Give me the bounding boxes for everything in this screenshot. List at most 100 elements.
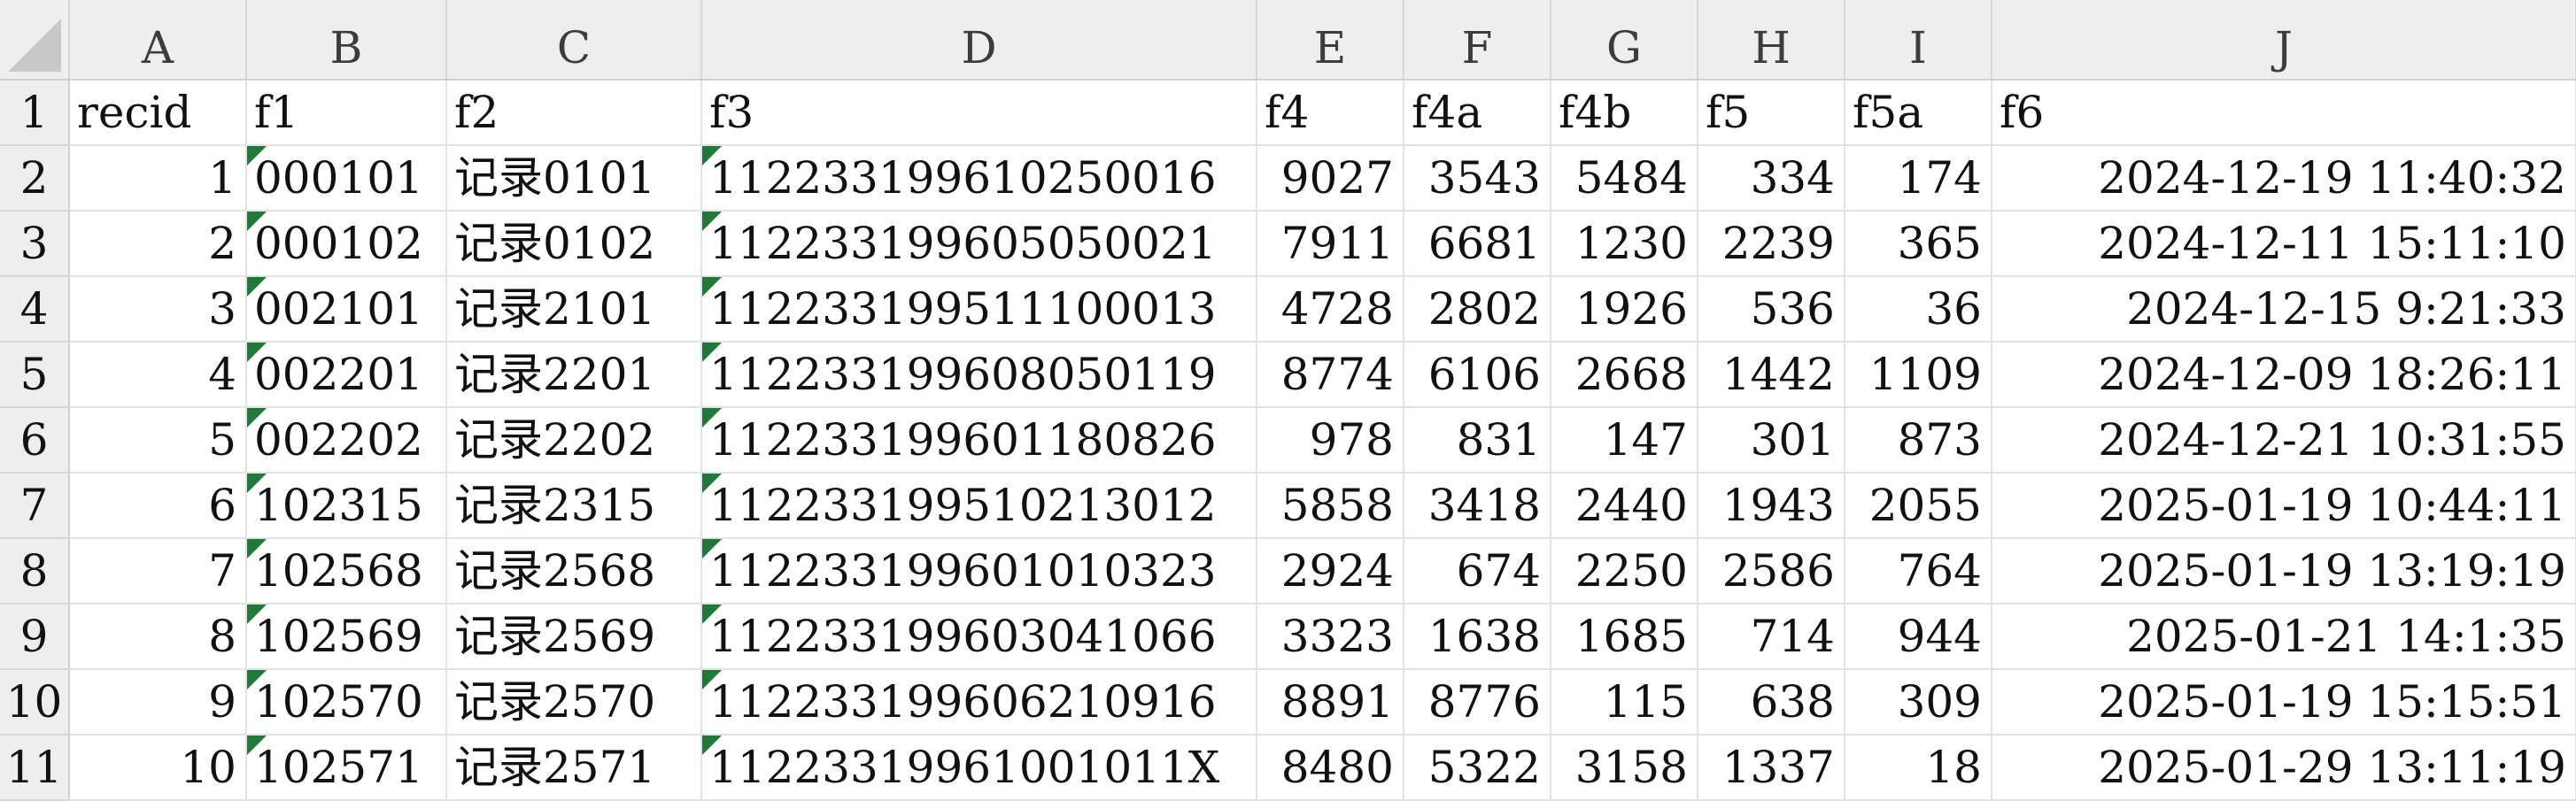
row-header[interactable]: 5 [0, 342, 70, 408]
cell-j8[interactable]: 2025-01-19 13:19:19 [1992, 538, 2576, 605]
column-header-d[interactable]: D [701, 0, 1257, 81]
cell-i8[interactable]: 764 [1845, 538, 1992, 605]
cell-b6[interactable]: 002202 [246, 407, 447, 474]
cell-g11[interactable]: 3158 [1551, 735, 1698, 801]
cell-e6[interactable]: 978 [1257, 407, 1404, 474]
cell-g2[interactable]: 5484 [1551, 145, 1698, 212]
cell-c6[interactable]: 记录2202 [446, 407, 702, 474]
cell-f11[interactable]: 5322 [1404, 735, 1551, 801]
cell-f10[interactable]: 8776 [1404, 669, 1551, 736]
cell-a4[interactable]: 3 [69, 276, 247, 343]
cell-g5[interactable]: 2668 [1551, 342, 1698, 408]
cell-i9[interactable]: 944 [1845, 604, 1992, 670]
cell-d6[interactable]: 112233199601180826 [701, 407, 1257, 474]
cell-a5[interactable]: 4 [69, 342, 247, 408]
row-header[interactable]: 11 [0, 735, 70, 801]
cell-f8[interactable]: 674 [1404, 538, 1551, 605]
cell-j2[interactable]: 2024-12-19 11:40:32 [1992, 145, 2576, 212]
cell-i1[interactable]: f5a [1845, 80, 1992, 146]
cell-a6[interactable]: 5 [69, 407, 247, 474]
cell-i5[interactable]: 1109 [1845, 342, 1992, 408]
cell-b3[interactable]: 000102 [246, 211, 447, 277]
cell-a9[interactable]: 8 [69, 604, 247, 670]
column-header-b[interactable]: B [246, 0, 447, 81]
cell-d10[interactable]: 112233199606210916 [701, 669, 1257, 736]
column-header-h[interactable]: H [1698, 0, 1845, 81]
cell-f5[interactable]: 6106 [1404, 342, 1551, 408]
cell-f1[interactable]: f4a [1404, 80, 1551, 146]
cell-b8[interactable]: 102568 [246, 538, 447, 605]
cell-e5[interactable]: 8774 [1257, 342, 1404, 408]
cell-b1[interactable]: f1 [246, 80, 447, 146]
column-header-c[interactable]: C [446, 0, 702, 81]
cell-a3[interactable]: 2 [69, 211, 247, 277]
cell-b11[interactable]: 102571 [246, 735, 447, 801]
cell-i6[interactable]: 873 [1845, 407, 1992, 474]
cell-h2[interactable]: 334 [1698, 145, 1845, 212]
cell-d3[interactable]: 112233199605050021 [701, 211, 1257, 277]
cell-c2[interactable]: 记录0101 [446, 145, 702, 212]
cell-g3[interactable]: 1230 [1551, 211, 1698, 277]
cell-e3[interactable]: 7911 [1257, 211, 1404, 277]
cell-b9[interactable]: 102569 [246, 604, 447, 670]
cell-g4[interactable]: 1926 [1551, 276, 1698, 343]
cell-c7[interactable]: 记录2315 [446, 473, 702, 539]
column-header-f[interactable]: F [1404, 0, 1551, 81]
cell-e7[interactable]: 5858 [1257, 473, 1404, 539]
cell-d5[interactable]: 112233199608050119 [701, 342, 1257, 408]
cell-e8[interactable]: 2924 [1257, 538, 1404, 605]
row-header[interactable]: 3 [0, 211, 70, 277]
cell-g7[interactable]: 2440 [1551, 473, 1698, 539]
cell-h4[interactable]: 536 [1698, 276, 1845, 343]
cell-i3[interactable]: 365 [1845, 211, 1992, 277]
cell-e10[interactable]: 8891 [1257, 669, 1404, 736]
cell-d2[interactable]: 112233199610250016 [701, 145, 1257, 212]
cell-f3[interactable]: 6681 [1404, 211, 1551, 277]
cell-g9[interactable]: 1685 [1551, 604, 1698, 670]
cell-j1[interactable]: f6 [1992, 80, 2576, 146]
cell-d8[interactable]: 112233199601010323 [701, 538, 1257, 605]
row-header[interactable]: 8 [0, 538, 70, 605]
cell-a11[interactable]: 10 [69, 735, 247, 801]
cell-b5[interactable]: 002201 [246, 342, 447, 408]
cell-c5[interactable]: 记录2201 [446, 342, 702, 408]
cell-c11[interactable]: 记录2571 [446, 735, 702, 801]
cell-j11[interactable]: 2025-01-29 13:11:19 [1992, 735, 2576, 801]
cell-h3[interactable]: 2239 [1698, 211, 1845, 277]
cell-h8[interactable]: 2586 [1698, 538, 1845, 605]
cell-b4[interactable]: 002101 [246, 276, 447, 343]
cell-b7[interactable]: 102315 [246, 473, 447, 539]
cell-a8[interactable]: 7 [69, 538, 247, 605]
cell-i7[interactable]: 2055 [1845, 473, 1992, 539]
cell-a1[interactable]: recid [69, 80, 247, 146]
cell-i10[interactable]: 309 [1845, 669, 1992, 736]
cell-f7[interactable]: 3418 [1404, 473, 1551, 539]
cell-j7[interactable]: 2025-01-19 10:44:11 [1992, 473, 2576, 539]
cell-a7[interactable]: 6 [69, 473, 247, 539]
cell-j10[interactable]: 2025-01-19 15:15:51 [1992, 669, 2576, 736]
cell-i4[interactable]: 36 [1845, 276, 1992, 343]
cell-c3[interactable]: 记录0102 [446, 211, 702, 277]
cell-g1[interactable]: f4b [1551, 80, 1698, 146]
cell-i11[interactable]: 18 [1845, 735, 1992, 801]
cell-f9[interactable]: 1638 [1404, 604, 1551, 670]
cell-h10[interactable]: 638 [1698, 669, 1845, 736]
cell-b2[interactable]: 000101 [246, 145, 447, 212]
cell-j4[interactable]: 2024-12-15 9:21:33 [1992, 276, 2576, 343]
cell-d11[interactable]: 11223319961001011X [701, 735, 1257, 801]
cell-a10[interactable]: 9 [69, 669, 247, 736]
cell-f4[interactable]: 2802 [1404, 276, 1551, 343]
cell-g8[interactable]: 2250 [1551, 538, 1698, 605]
cell-e1[interactable]: f4 [1257, 80, 1404, 146]
cell-i2[interactable]: 174 [1845, 145, 1992, 212]
row-header[interactable]: 2 [0, 145, 70, 212]
cell-c10[interactable]: 记录2570 [446, 669, 702, 736]
cell-j3[interactable]: 2024-12-11 15:11:10 [1992, 211, 2576, 277]
cell-j6[interactable]: 2024-12-21 10:31:55 [1992, 407, 2576, 474]
row-header[interactable]: 4 [0, 276, 70, 343]
cell-g10[interactable]: 115 [1551, 669, 1698, 736]
cell-h6[interactable]: 301 [1698, 407, 1845, 474]
cell-c9[interactable]: 记录2569 [446, 604, 702, 670]
cell-j9[interactable]: 2025-01-21 14:1:35 [1992, 604, 2576, 670]
column-header-i[interactable]: I [1845, 0, 1992, 81]
